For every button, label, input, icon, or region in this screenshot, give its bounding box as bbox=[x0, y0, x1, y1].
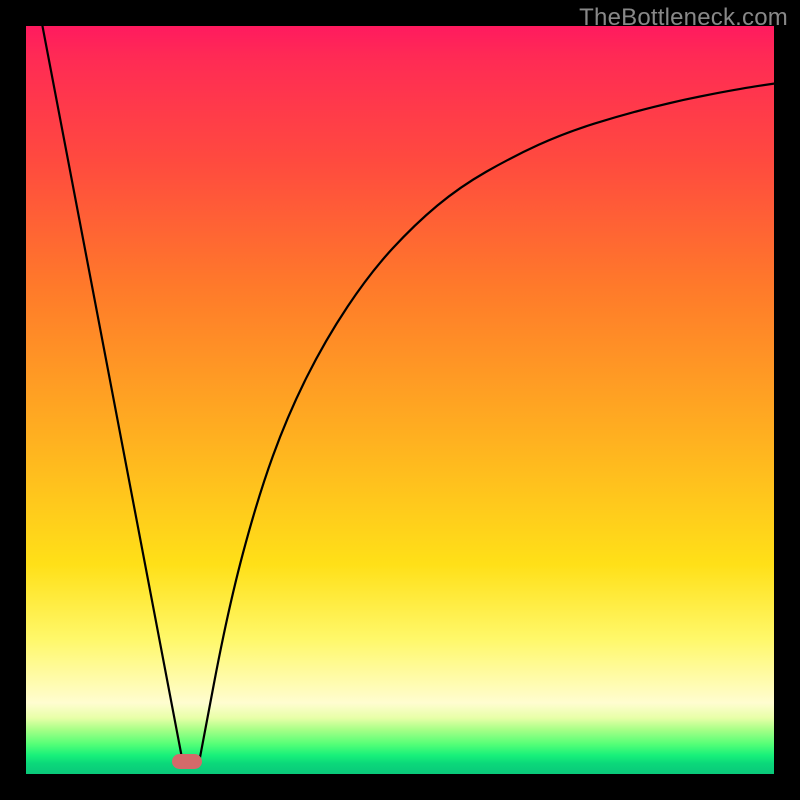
plot-area bbox=[26, 26, 774, 774]
curve-svg bbox=[26, 26, 774, 774]
chart-canvas: TheBottleneck.com bbox=[0, 0, 800, 800]
vertex-marker bbox=[172, 754, 202, 769]
curve-path bbox=[42, 26, 774, 760]
